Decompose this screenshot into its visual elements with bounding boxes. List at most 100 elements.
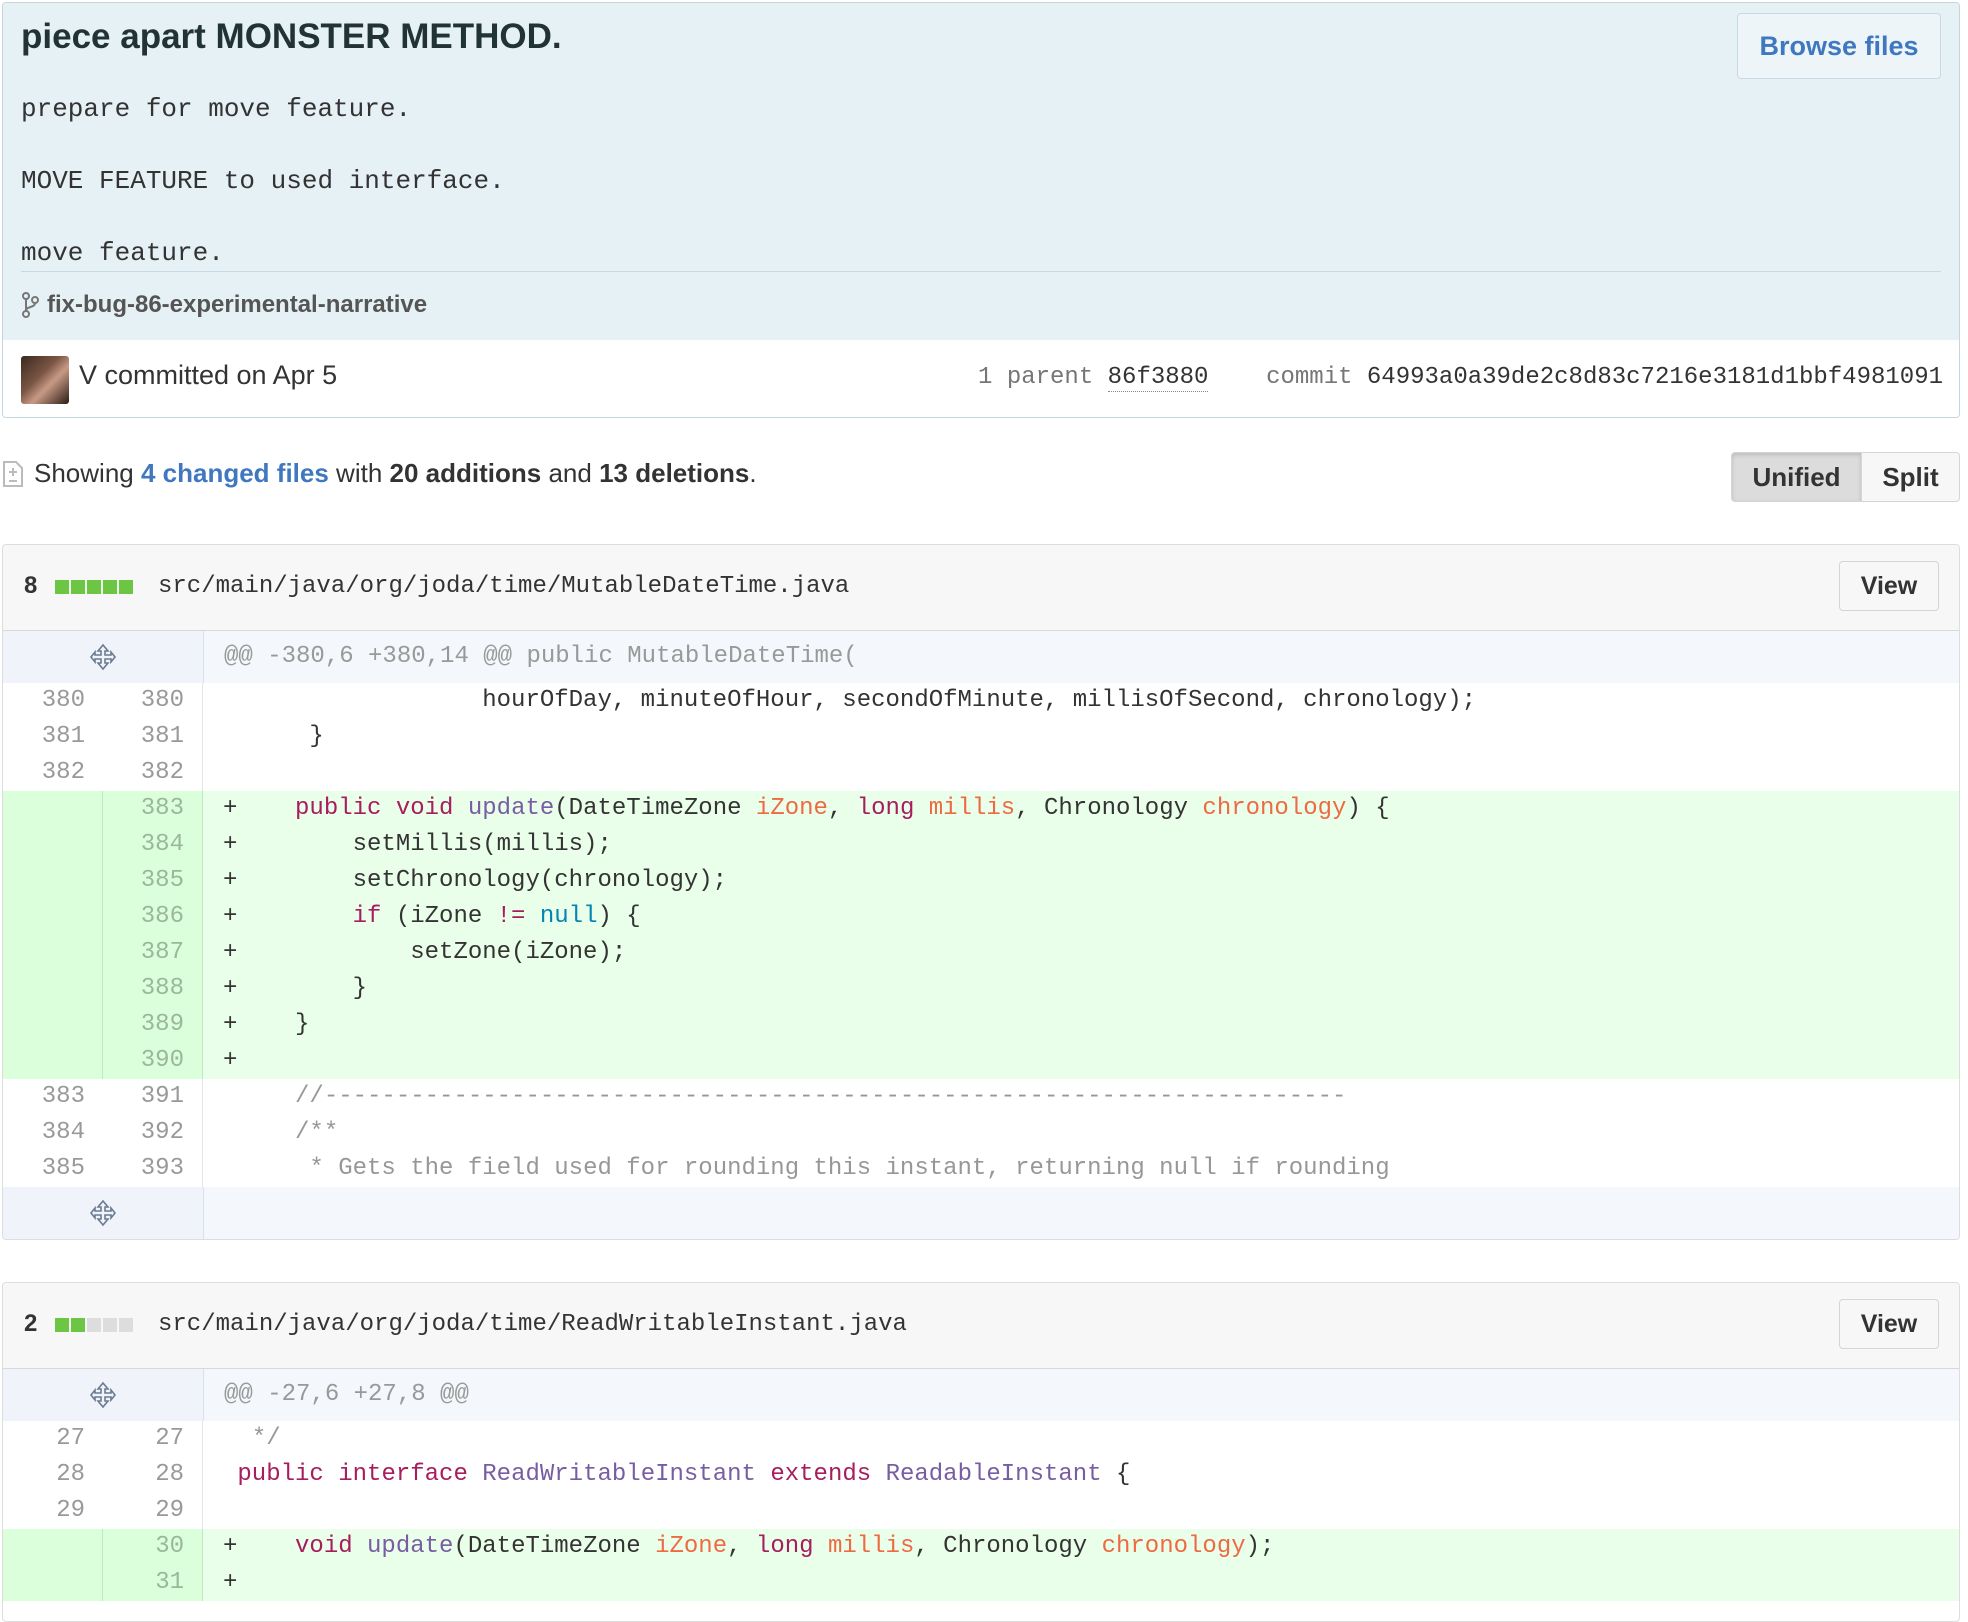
commit-label: commit [1266, 364, 1353, 391]
new-line-number[interactable]: 29 [103, 1493, 203, 1529]
old-line-number[interactable] [3, 935, 103, 971]
old-line-number[interactable] [3, 1007, 103, 1043]
code-line: + } [203, 1007, 1959, 1043]
code-token: + [223, 1533, 296, 1560]
new-line-number[interactable]: 27 [103, 1421, 203, 1457]
new-line-number[interactable]: 389 [103, 1007, 203, 1043]
code-token: //--------------------------------------… [295, 1083, 1347, 1110]
new-line-number[interactable]: 380 [103, 683, 203, 719]
old-line-number[interactable] [3, 791, 103, 827]
old-line-number[interactable] [3, 1565, 103, 1601]
new-line-number[interactable]: 31 [103, 1565, 203, 1601]
parent-label: 1 parent [978, 364, 1094, 391]
context-line: 29 29 [3, 1493, 1959, 1529]
hunk-header: @@ -380,6 +380,14 @@ public MutableDateT… [3, 631, 1959, 683]
old-line-number[interactable]: 381 [3, 719, 103, 755]
diffstat-block [119, 580, 133, 594]
code-token: /** [295, 1119, 339, 1146]
old-line-number[interactable]: 383 [3, 1079, 103, 1115]
new-line-number[interactable]: 388 [103, 971, 203, 1007]
old-line-number[interactable]: 27 [3, 1421, 103, 1457]
old-line-number[interactable]: 384 [3, 1115, 103, 1151]
file-path: src/main/java/org/joda/time/ReadWritable… [158, 1311, 907, 1338]
branch-icon [22, 292, 39, 318]
old-line-number[interactable] [3, 971, 103, 1007]
code-line: + setMillis(millis); [203, 827, 1959, 863]
code-token: + setChronology(chronology); [223, 867, 728, 894]
branch-name[interactable]: fix-bug-86-experimental-narrative [47, 291, 427, 319]
diffstat-block [87, 1318, 101, 1332]
context-line: 382 382 [3, 755, 1959, 791]
new-line-number[interactable]: 384 [103, 827, 203, 863]
diffstat-block [87, 580, 101, 594]
avatar[interactable] [21, 356, 69, 404]
new-line-number[interactable]: 28 [103, 1457, 203, 1493]
context-line: 383 391 //-------------------------------… [3, 1079, 1959, 1115]
code-token: (DateTimeZone [554, 795, 756, 822]
code-token: void [395, 795, 454, 822]
code-token: , [727, 1533, 756, 1560]
changed-files-link[interactable]: 4 changed files [141, 458, 329, 488]
new-line-number[interactable]: 387 [103, 935, 203, 971]
old-line-number[interactable] [3, 827, 103, 863]
new-line-number[interactable]: 392 [103, 1115, 203, 1151]
code-line: public interface ReadWritableInstant ext… [203, 1457, 1959, 1493]
new-line-number[interactable]: 393 [103, 1151, 203, 1187]
expand-up-icon[interactable] [3, 631, 204, 683]
view-file-button[interactable]: View [1839, 1299, 1939, 1349]
diff-summary: Showing 4 changed files with 20 addition… [2, 458, 757, 489]
expand-up-icon[interactable] [3, 1369, 204, 1421]
new-line-number[interactable]: 382 [103, 755, 203, 791]
unified-button[interactable]: Unified [1731, 452, 1862, 502]
old-line-number[interactable] [3, 1529, 103, 1565]
code-token: + [223, 1047, 238, 1074]
commit-sha: 64993a0a39de2c8d83c7216e3181d1bbf4981091 [1366, 364, 1943, 391]
old-line-number[interactable] [3, 1043, 103, 1079]
new-line-number[interactable]: 383 [103, 791, 203, 827]
code-token: + setZone(iZone); [223, 939, 627, 966]
code-token: millis [928, 795, 1016, 822]
diffstat-blocks [55, 1318, 133, 1332]
old-line-number[interactable]: 29 [3, 1493, 103, 1529]
code-token: + [223, 1569, 238, 1596]
code-line: /** [203, 1115, 1959, 1151]
diffstat-block [119, 1318, 133, 1332]
code-token: extends [770, 1461, 872, 1488]
code-token: * Gets the field used for rounding this … [309, 1155, 1390, 1182]
new-line-number[interactable]: 390 [103, 1043, 203, 1079]
code-token: { [1101, 1461, 1131, 1488]
commit-title: piece apart MONSTER METHOD. [21, 17, 562, 56]
new-line-number[interactable]: 386 [103, 899, 203, 935]
new-line-number[interactable]: 381 [103, 719, 203, 755]
code-token: , Chronology [1015, 795, 1203, 822]
old-line-number[interactable]: 380 [3, 683, 103, 719]
file-change-count: 8 [24, 572, 38, 599]
new-line-number[interactable]: 391 [103, 1079, 203, 1115]
old-line-number[interactable]: 382 [3, 755, 103, 791]
old-line-number[interactable] [3, 899, 103, 935]
view-file-button[interactable]: View [1839, 561, 1939, 611]
old-line-number[interactable]: 385 [3, 1151, 103, 1187]
code-line: hourOfDay, minuteOfHour, secondOfMinute,… [203, 683, 1959, 719]
parent-sha-link[interactable]: 86f3880 [1107, 364, 1209, 392]
diff-table: @@ -380,6 +380,14 @@ public MutableDateT… [3, 631, 1959, 1239]
code-token: update [367, 1533, 454, 1560]
expand-down-icon[interactable] [3, 1187, 204, 1239]
old-line-number[interactable] [3, 863, 103, 899]
code-token: iZone [755, 795, 828, 822]
new-line-number[interactable]: 385 [103, 863, 203, 899]
new-line-number[interactable]: 30 [103, 1529, 203, 1565]
browse-files-button[interactable]: Browse files [1737, 13, 1941, 79]
code-token: long [856, 795, 915, 822]
context-line: 28 28 public interface ReadWritableInstan… [3, 1457, 1959, 1493]
split-button[interactable]: Split [1862, 452, 1960, 502]
context-line: 380 380 hourOfDay, minuteOfHour, secondOf… [3, 683, 1959, 719]
old-line-number[interactable]: 28 [3, 1457, 103, 1493]
code-token: + [223, 903, 353, 930]
added-line: 30 + void update(DateTimeZone iZone, long… [3, 1529, 1959, 1565]
